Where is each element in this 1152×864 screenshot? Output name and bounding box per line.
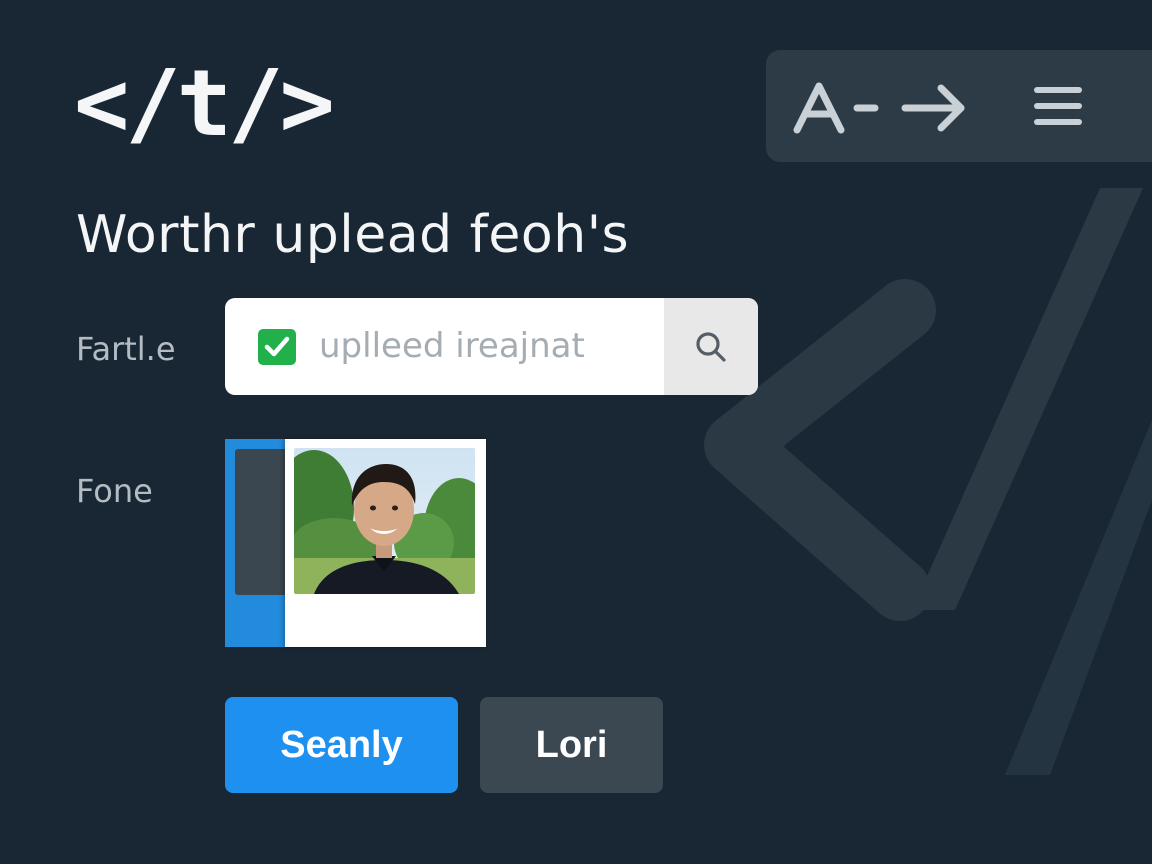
hamburger-menu-icon xyxy=(1034,87,1082,125)
page-title: Worthr uplead feoh's xyxy=(76,205,630,265)
font-size-button[interactable] xyxy=(784,72,974,140)
field-label-1: Fartl.e xyxy=(76,330,176,368)
search-box xyxy=(225,298,758,395)
checkbox-checked[interactable] xyxy=(258,329,296,365)
menu-button[interactable] xyxy=(1021,72,1095,140)
photo-card[interactable] xyxy=(285,439,486,647)
field-label-2: Fone xyxy=(76,472,153,510)
primary-button[interactable]: Seanly xyxy=(225,697,458,793)
app-logo: </t/> xyxy=(74,50,335,157)
search-button[interactable] xyxy=(664,298,758,395)
font-size-arrow-icon xyxy=(793,82,965,134)
profile-photo xyxy=(294,448,475,594)
checkmark-icon xyxy=(264,336,290,357)
search-icon xyxy=(696,331,726,362)
photo-upload-widget[interactable] xyxy=(225,439,486,647)
top-toolbar xyxy=(766,50,1152,162)
search-input[interactable] xyxy=(319,318,659,374)
secondary-button[interactable]: Lori xyxy=(480,697,663,793)
